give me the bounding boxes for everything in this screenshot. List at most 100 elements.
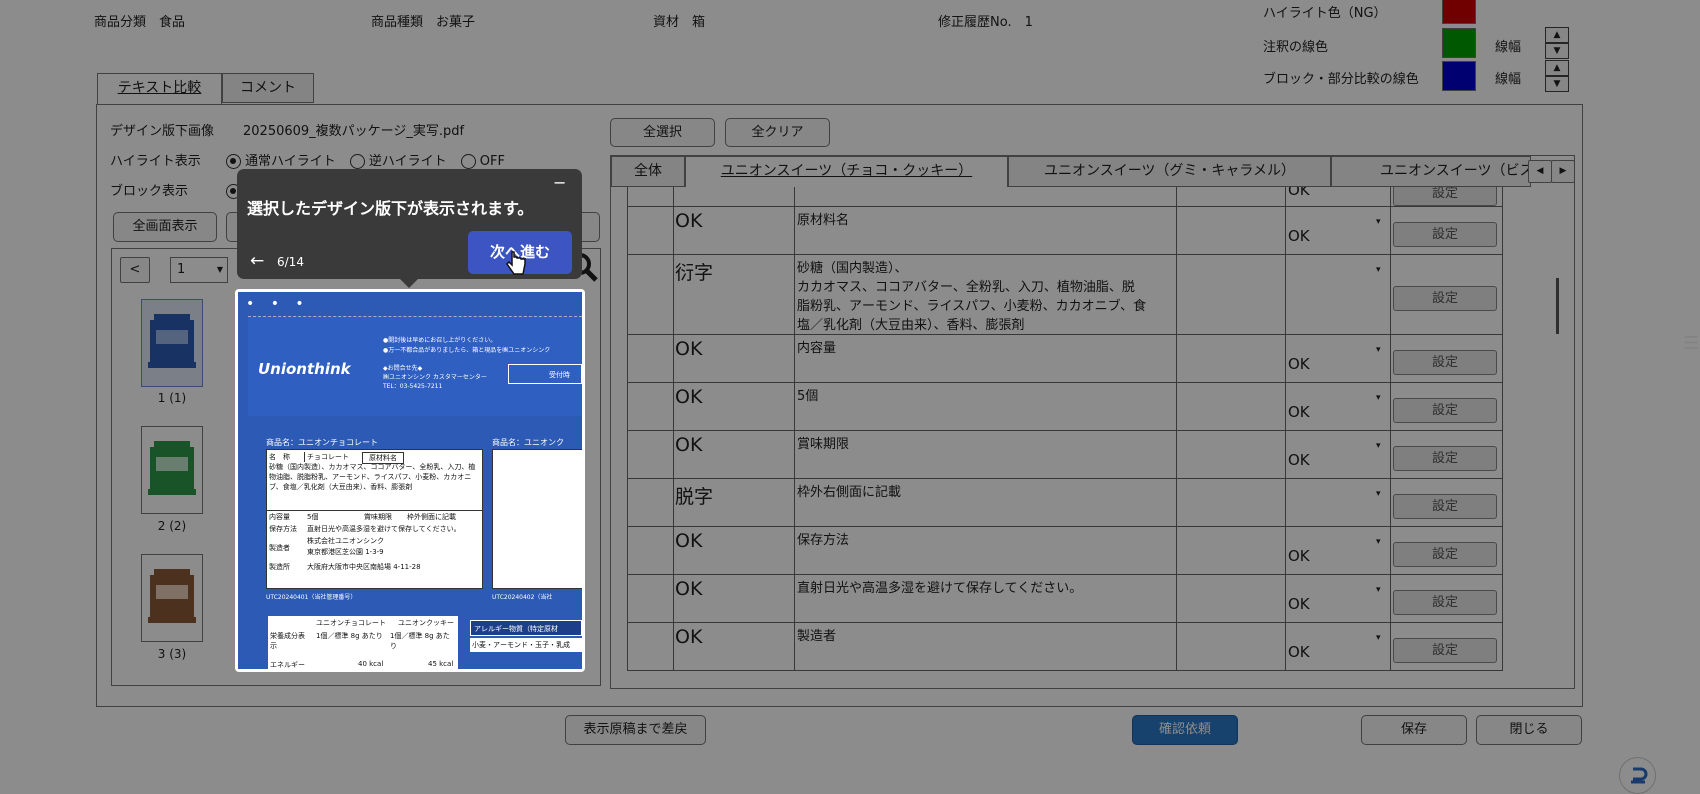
line-width-stepper-2[interactable]: ▲ ▼ xyxy=(1545,60,1569,92)
text-cell: 製造者 xyxy=(797,629,837,644)
package-artwork: • • • Unionthink ●開封後は早めにお召し上がりください。 ●万一… xyxy=(238,292,582,669)
table-scrollbar[interactable] xyxy=(1549,190,1567,680)
settings-button[interactable]: 設定 xyxy=(1393,187,1497,206)
thumbnail-3[interactable] xyxy=(141,554,203,642)
grid-line xyxy=(1176,335,1177,383)
grid-line xyxy=(1502,335,1503,383)
line-width-label-2: 線幅 xyxy=(1495,72,1522,87)
package-thumbnail-icon xyxy=(148,569,196,623)
result-select[interactable]: OK xyxy=(1288,227,1310,245)
result-select[interactable]: OK xyxy=(1288,547,1310,565)
grid-line xyxy=(794,527,795,575)
package-thumbnail-icon xyxy=(148,441,196,495)
line-width-label-1: 線幅 xyxy=(1495,40,1522,55)
table-row: OK 5個 OK ▾ 設定 xyxy=(627,383,1503,431)
settings-button[interactable]: 設定 xyxy=(1393,542,1497,567)
chevron-down-icon[interactable]: ▾ xyxy=(1376,441,1381,451)
expiry-value: 枠外側面に記載 xyxy=(407,513,456,521)
tab-text-compare[interactable]: テキスト比較 xyxy=(97,73,222,105)
decrement-icon[interactable]: ▼ xyxy=(1545,43,1569,59)
result-select[interactable]: OK xyxy=(1288,643,1310,661)
page-select[interactable]: 1 ▼ xyxy=(170,257,228,283)
tour-message: 選択したデザイン版下が表示されます。 xyxy=(247,199,534,218)
grid-line xyxy=(1176,207,1177,255)
settings-button[interactable]: 設定 xyxy=(1393,590,1497,615)
chevron-down-icon[interactable]: ▾ xyxy=(1376,345,1381,355)
fullscreen-button[interactable]: 全画面表示 xyxy=(113,212,217,242)
tab-scroll-right-icon[interactable]: ▶ xyxy=(1551,160,1575,183)
settings-button[interactable]: 設定 xyxy=(1393,446,1497,471)
tab-gummy-caramel[interactable]: ユニオンスイーツ（グミ・キャラメル） xyxy=(1008,156,1331,187)
side-menu-icon[interactable]: ☰ xyxy=(1683,333,1700,354)
tab-biscuit[interactable]: ユニオンスイーツ（ビスケ xyxy=(1331,156,1531,187)
request-confirmation-button[interactable]: 確認依頼 xyxy=(1132,715,1238,745)
thumbnail-1[interactable] xyxy=(141,299,203,387)
highlight-normal-radio[interactable]: 通常ハイライト xyxy=(226,154,336,169)
clear-all-button[interactable]: 全クリア xyxy=(725,118,830,147)
settings-button[interactable]: 設定 xyxy=(1393,286,1497,311)
result-select[interactable]: OK xyxy=(1288,595,1310,613)
tab-chocolate-cookie[interactable]: ユニオンスイーツ（チョコ・クッキー） xyxy=(685,156,1008,187)
select-all-button[interactable]: 全選択 xyxy=(610,118,715,147)
note-line-color-label: 注釈の線色 xyxy=(1263,40,1329,55)
grid-line xyxy=(673,383,674,431)
grid-line xyxy=(1390,479,1391,527)
chevron-down-icon[interactable]: ▾ xyxy=(1376,537,1381,547)
thumbnail-label-2: 2 (2) xyxy=(157,519,187,533)
increment-icon[interactable]: ▲ xyxy=(1545,27,1569,43)
settings-button[interactable]: 設定 xyxy=(1393,350,1497,375)
result-select[interactable]: OK xyxy=(1288,355,1310,373)
result-select[interactable]: OK xyxy=(1288,403,1310,421)
grid-line xyxy=(1285,207,1286,255)
close-button[interactable]: 閉じる xyxy=(1476,715,1582,745)
help-chat-icon[interactable] xyxy=(1619,757,1656,794)
minimize-button[interactable]: − xyxy=(553,173,566,192)
scrollbar-thumb[interactable] xyxy=(1556,278,1559,334)
revert-button[interactable]: 表示原稿まで差戻 xyxy=(565,715,706,745)
factory-header: 製造所 xyxy=(269,563,290,571)
grid-line xyxy=(1390,207,1391,255)
name-header: 名 称 xyxy=(269,452,305,462)
tab-all[interactable]: 全体 xyxy=(611,156,685,187)
grid-line xyxy=(673,623,674,671)
back-arrow-icon[interactable]: ← xyxy=(250,251,264,271)
chevron-down-icon[interactable]: ▾ xyxy=(1376,217,1381,227)
text-cell: 5個 xyxy=(797,389,819,404)
settings-button[interactable]: 設定 xyxy=(1393,398,1497,423)
text-cell: 砂糖（国内製造）、 カカオマス、ココアバター、全粉乳、入刀、植物油脂、脱 脂粉乳… xyxy=(797,261,1147,333)
save-button[interactable]: 保存 xyxy=(1361,715,1467,745)
grid-line xyxy=(794,623,795,671)
note-line-color-swatch[interactable] xyxy=(1442,28,1476,58)
nutrition-table: ユニオンチョコレート ユニオンクッキー 栄養成分表示 1個／標準 8g あたり … xyxy=(268,616,458,669)
settings-button[interactable]: 設定 xyxy=(1393,494,1497,519)
block-line-color-swatch[interactable] xyxy=(1442,61,1476,91)
line-width-stepper-1[interactable]: ▲ ▼ xyxy=(1545,27,1569,59)
tab-scroll-left-icon[interactable]: ◀ xyxy=(1528,160,1552,183)
settings-button[interactable]: 設定 xyxy=(1393,222,1497,247)
nutrition-per-1: 1個／標準 8g あたり xyxy=(316,632,383,640)
highlight-color-swatch[interactable] xyxy=(1442,0,1476,24)
highlight-reverse-radio[interactable]: 逆ハイライト xyxy=(349,154,447,169)
page-prev-button[interactable]: < xyxy=(120,257,150,283)
grid-line xyxy=(673,575,674,623)
highlight-off-radio[interactable]: OFF xyxy=(460,154,505,169)
tab-comment[interactable]: コメント xyxy=(222,73,314,103)
chevron-down-icon[interactable]: ▾ xyxy=(1376,633,1381,643)
chevron-down-icon[interactable]: ▾ xyxy=(1376,585,1381,595)
chevron-down-icon[interactable]: ▾ xyxy=(1376,393,1381,403)
increment-icon[interactable]: ▲ xyxy=(1545,60,1569,76)
name-value: チョコレート xyxy=(307,453,349,461)
grid-line xyxy=(1176,431,1177,479)
result-select[interactable]: OK xyxy=(1288,451,1310,469)
settings-button[interactable]: 設定 xyxy=(1393,638,1497,663)
result-select[interactable]: OK xyxy=(1288,187,1310,199)
text-cell: 枠外右側面に記載 xyxy=(797,485,902,500)
chevron-down-icon[interactable]: ▾ xyxy=(1376,489,1381,499)
thumbnail-2[interactable] xyxy=(141,426,203,514)
grid-line xyxy=(627,623,628,671)
decrement-icon[interactable]: ▼ xyxy=(1545,76,1569,92)
status-cell: OK xyxy=(675,210,703,232)
chevron-down-icon[interactable]: ▾ xyxy=(1376,265,1381,275)
grid-line xyxy=(1390,383,1391,431)
contact-info: ◆お問合せ先◆ ㈱ユニオンシンク カスタマーセンター TEL：03-5425-7… xyxy=(383,365,487,390)
